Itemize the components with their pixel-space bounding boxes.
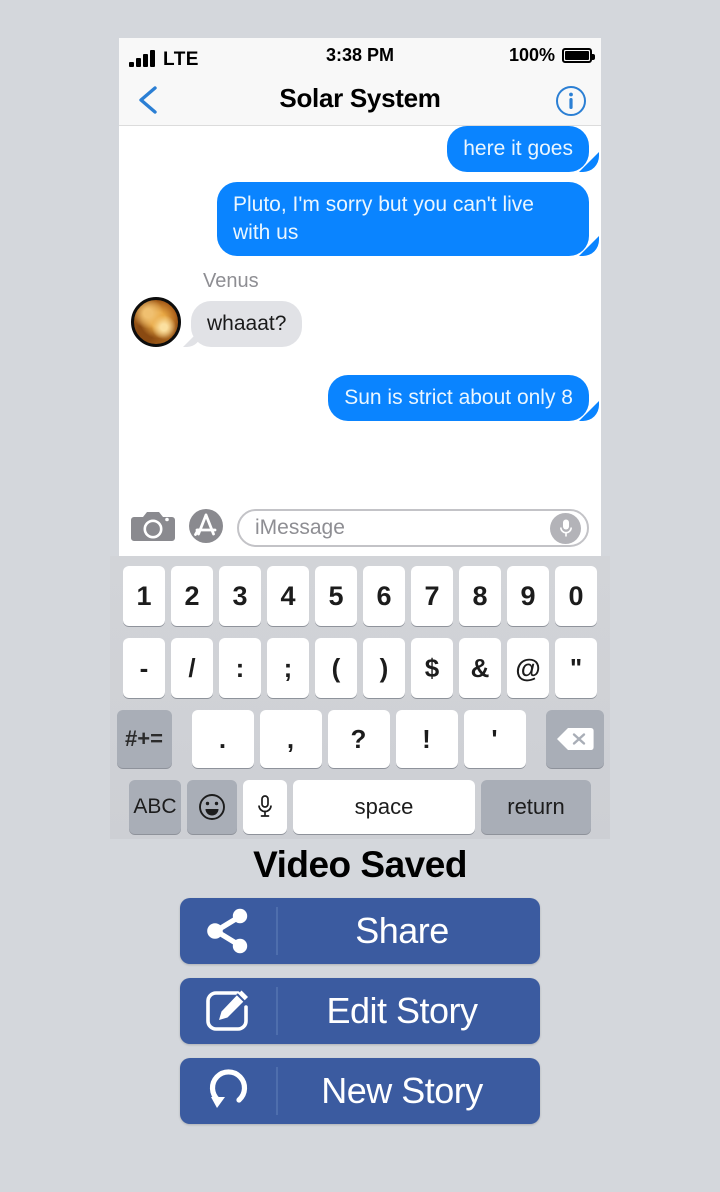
microphone-icon[interactable] bbox=[550, 512, 581, 544]
message-bubble[interactable]: whaaat? bbox=[191, 301, 303, 347]
message-bubble[interactable]: Pluto, I'm sorry but you can't live with… bbox=[217, 182, 589, 256]
key-period[interactable]: . bbox=[191, 710, 254, 768]
key-exclamation[interactable]: ! bbox=[395, 710, 458, 768]
key-dollar[interactable]: $ bbox=[411, 638, 453, 698]
keyboard-row-bottom: ABC space return bbox=[110, 768, 610, 834]
key-0[interactable]: 0 bbox=[555, 566, 597, 626]
page-title: Solar System bbox=[279, 83, 441, 113]
share-button[interactable]: Share bbox=[180, 898, 540, 964]
message-input-bar: iMessage bbox=[119, 500, 601, 556]
key-question[interactable]: ? bbox=[327, 710, 390, 768]
key-4[interactable]: 4 bbox=[267, 566, 309, 626]
battery-full-icon bbox=[562, 48, 595, 63]
key-7[interactable]: 7 bbox=[411, 566, 453, 626]
key-paren-close[interactable]: ) bbox=[363, 638, 405, 698]
microphone-icon[interactable] bbox=[243, 780, 287, 834]
share-nodes-icon bbox=[180, 907, 278, 955]
key-paren-open[interactable]: ( bbox=[315, 638, 357, 698]
key-return[interactable]: return bbox=[481, 780, 591, 834]
navigation-bar: Solar System bbox=[119, 76, 601, 126]
key-colon[interactable]: : bbox=[219, 638, 261, 698]
keyboard-row-symbols: - / : ; ( ) $ & @ " bbox=[110, 626, 610, 698]
message-row-outgoing: Pluto, I'm sorry but you can't live with… bbox=[119, 182, 601, 256]
phone-screen: LTE 3:38 PM 100% Solar System here it go… bbox=[119, 38, 601, 556]
key-8[interactable]: 8 bbox=[459, 566, 501, 626]
app-store-icon[interactable] bbox=[186, 506, 226, 551]
camera-icon[interactable] bbox=[131, 509, 175, 548]
key-2[interactable]: 2 bbox=[171, 566, 213, 626]
imessage-placeholder: iMessage bbox=[255, 516, 345, 539]
message-row-outgoing: Sun is strict about only 8 bbox=[119, 375, 601, 421]
key-space[interactable]: space bbox=[293, 780, 475, 834]
venus-planet-avatar bbox=[131, 297, 181, 347]
key-quote[interactable]: " bbox=[555, 638, 597, 698]
key-comma[interactable]: , bbox=[259, 710, 322, 768]
share-button-label: Share bbox=[355, 910, 449, 951]
key-slash[interactable]: / bbox=[171, 638, 213, 698]
edit-story-button[interactable]: Edit Story bbox=[180, 978, 540, 1044]
video-saved-panel: Video Saved Share Edit Story New Story bbox=[0, 838, 720, 1192]
key-5[interactable]: 5 bbox=[315, 566, 357, 626]
emoji-smiley-icon[interactable] bbox=[187, 780, 237, 834]
status-bar-right: 100% bbox=[508, 45, 595, 66]
key-3[interactable]: 3 bbox=[219, 566, 261, 626]
refresh-loop-icon bbox=[180, 1067, 278, 1115]
info-circle-icon[interactable] bbox=[555, 85, 587, 117]
delete-backspace-icon[interactable] bbox=[545, 710, 604, 768]
message-bubble[interactable]: here it goes bbox=[447, 126, 589, 172]
key-9[interactable]: 9 bbox=[507, 566, 549, 626]
message-list[interactable]: here it goes Pluto, I'm sorry but you ca… bbox=[119, 126, 601, 500]
key-6[interactable]: 6 bbox=[363, 566, 405, 626]
edit-story-button-label: Edit Story bbox=[326, 990, 478, 1031]
search-input[interactable]: iMessage bbox=[237, 509, 589, 547]
pencil-square-edit-icon bbox=[180, 987, 278, 1035]
new-story-button[interactable]: New Story bbox=[180, 1058, 540, 1124]
message-sender-name: Venus bbox=[203, 270, 259, 292]
message-row-incoming: whaaat? bbox=[119, 297, 601, 347]
on-screen-keyboard: 1 2 3 4 5 6 7 8 9 0 - / : ; ( ) $ & @ " … bbox=[110, 556, 610, 839]
message-row-outgoing: here it goes bbox=[119, 126, 601, 172]
key-abc-layout[interactable]: ABC bbox=[129, 780, 181, 834]
key-at[interactable]: @ bbox=[507, 638, 549, 698]
key-apostrophe[interactable]: ' bbox=[463, 710, 526, 768]
key-semicolon[interactable]: ; bbox=[267, 638, 309, 698]
keyboard-row-punctuation: #+= . , ? ! ' bbox=[110, 698, 610, 768]
status-bar: LTE 3:38 PM 100% bbox=[119, 38, 601, 76]
new-story-button-label: New Story bbox=[321, 1070, 483, 1111]
keyboard-row-numbers: 1 2 3 4 5 6 7 8 9 0 bbox=[110, 556, 610, 626]
key-hyphen[interactable]: - bbox=[123, 638, 165, 698]
key-more-symbols[interactable]: #+= bbox=[116, 710, 172, 768]
key-1[interactable]: 1 bbox=[123, 566, 165, 626]
video-saved-heading: Video Saved bbox=[253, 844, 467, 885]
battery-percent-label: 100% bbox=[508, 45, 555, 65]
message-bubble[interactable]: Sun is strict about only 8 bbox=[328, 375, 589, 421]
key-ampersand[interactable]: & bbox=[459, 638, 501, 698]
